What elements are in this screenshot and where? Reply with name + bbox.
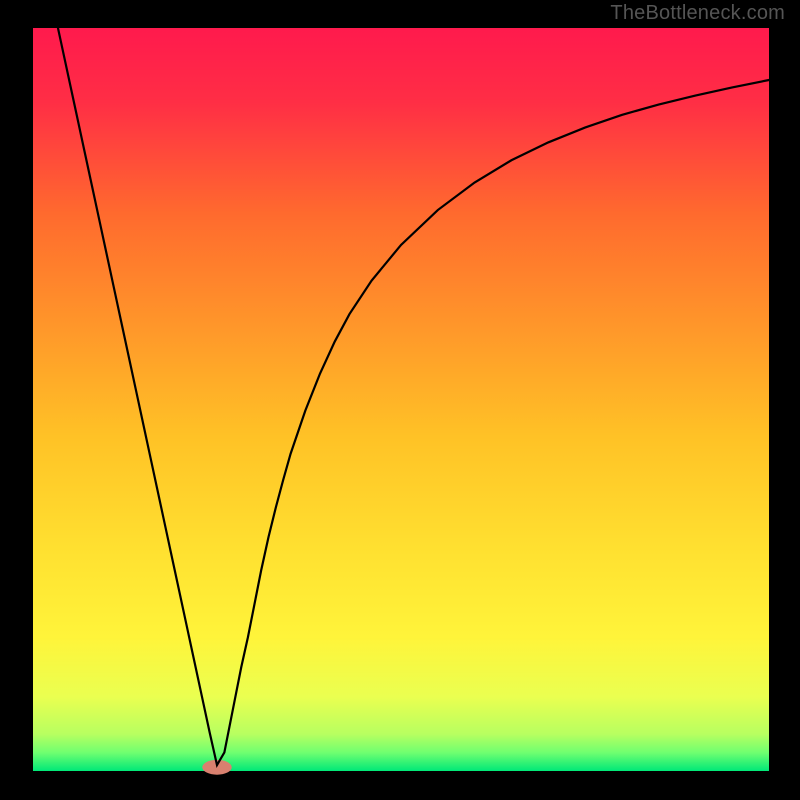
plot-background: [33, 28, 769, 771]
chart-container: TheBottleneck.com: [0, 0, 800, 800]
chart-svg: [0, 0, 800, 800]
